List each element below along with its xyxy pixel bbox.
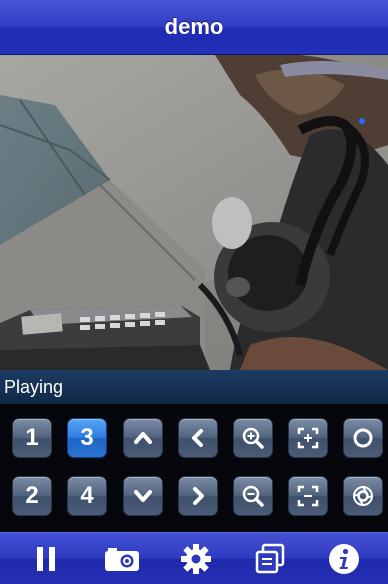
zoom-in-icon [242, 427, 264, 449]
info-button[interactable] [314, 537, 374, 581]
gear-icon [181, 544, 211, 574]
pan-left-button[interactable] [178, 418, 218, 458]
zoom-in-button[interactable] [233, 418, 273, 458]
focus-shrink-icon [297, 485, 319, 507]
channel-1-label: 1 [25, 424, 39, 451]
camera-icon [105, 548, 139, 571]
tilt-down-button[interactable] [123, 476, 163, 516]
playback-status: Playing [4, 376, 64, 397]
arrow-up-icon [134, 432, 152, 444]
settings-button[interactable] [166, 537, 226, 581]
pause-icon [37, 547, 55, 571]
multi-window-icon [255, 543, 285, 574]
tilt-up-button[interactable] [123, 418, 163, 458]
page-title: demo [164, 14, 224, 39]
ptz-control-panel: 1 3 2 4 [0, 404, 388, 532]
channel-2-button[interactable]: 2 [12, 476, 52, 516]
channel-3-label: 3 [80, 424, 94, 451]
title-bar: demo [0, 0, 388, 55]
iris-close-button[interactable] [343, 476, 383, 516]
arrow-left-icon [192, 429, 203, 447]
bottom-toolbar [0, 532, 388, 584]
info-icon [329, 544, 359, 574]
zoom-out-icon [242, 485, 264, 507]
status-bar: Playing [0, 370, 388, 404]
zoom-out-button[interactable] [233, 476, 273, 516]
arrow-right-icon [193, 487, 204, 505]
iris-close-icon [353, 486, 373, 506]
focus-near-button[interactable] [288, 418, 328, 458]
channel-3-button[interactable]: 3 [67, 418, 107, 458]
iris-open-icon [353, 428, 373, 448]
video-view[interactable] [0, 55, 388, 370]
iris-open-button[interactable] [343, 418, 383, 458]
pause-button[interactable] [16, 537, 76, 581]
channel-1-button[interactable]: 1 [12, 418, 52, 458]
snapshot-button[interactable] [92, 537, 152, 581]
pan-right-button[interactable] [178, 476, 218, 516]
camera-feed-image [0, 55, 388, 370]
channel-4-button[interactable]: 4 [67, 476, 107, 516]
channel-4-label: 4 [80, 482, 94, 509]
arrow-down-icon [134, 490, 152, 502]
channel-2-label: 2 [25, 482, 39, 509]
focus-expand-icon [297, 427, 319, 449]
layout-button[interactable] [240, 537, 300, 581]
focus-far-button[interactable] [288, 476, 328, 516]
